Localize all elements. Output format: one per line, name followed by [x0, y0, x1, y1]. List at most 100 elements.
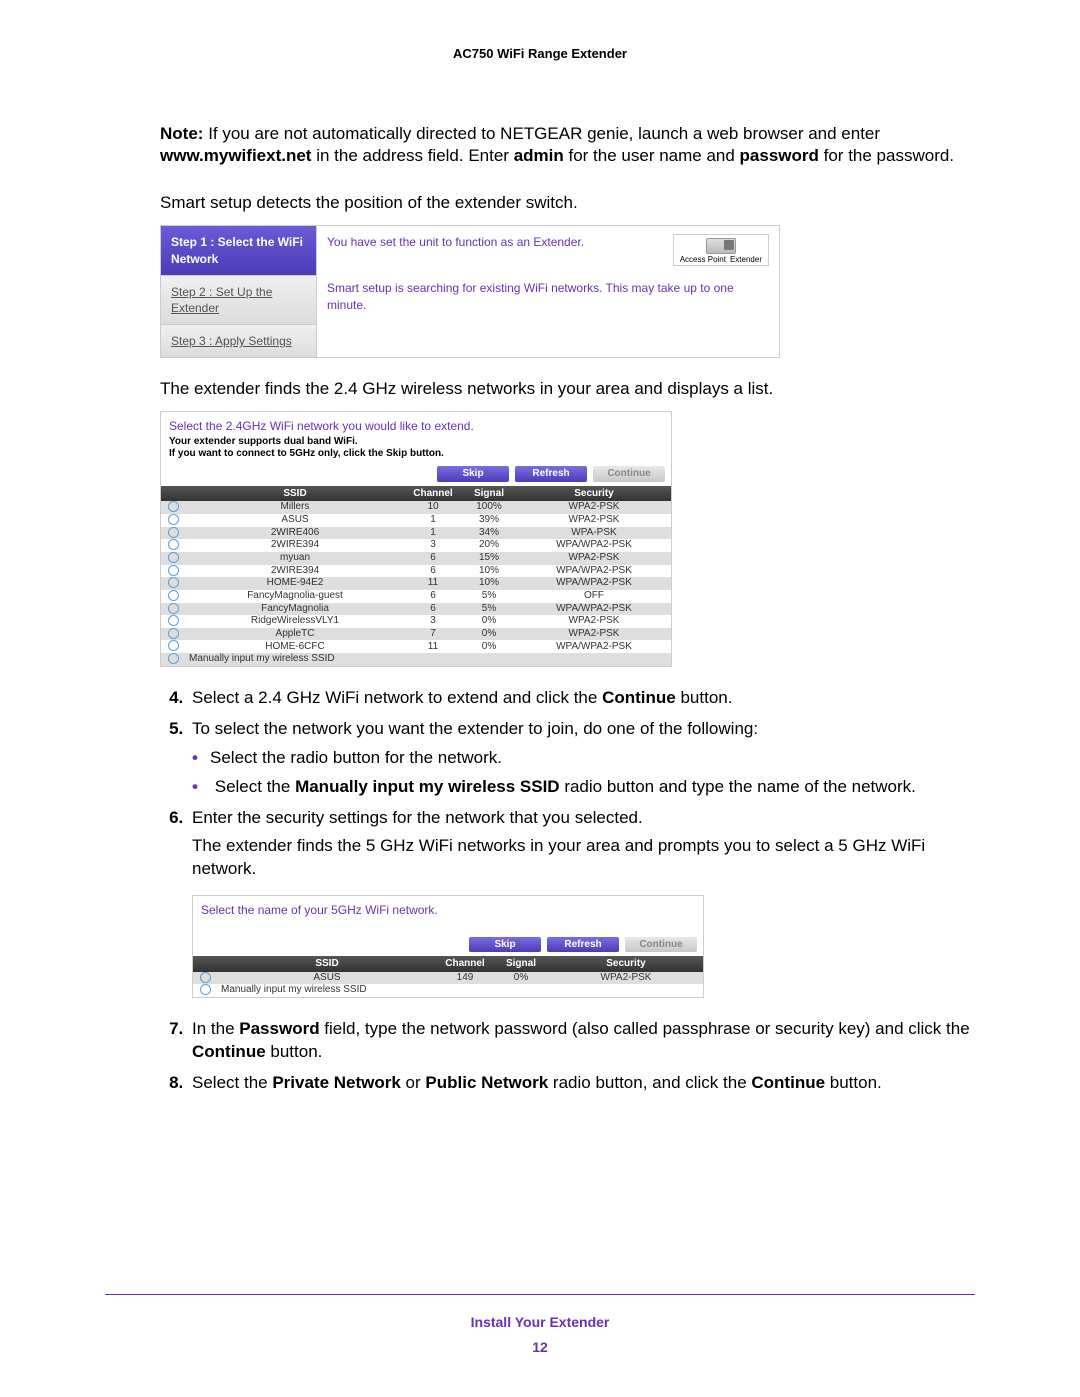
radio-icon[interactable]: [168, 577, 179, 588]
continue-button[interactable]: Continue: [593, 466, 665, 482]
cell-channel: 1: [405, 514, 461, 527]
cell-security: WPA2-PSK: [517, 501, 671, 514]
table-row[interactable]: ASUS1490%WPA2-PSK: [193, 972, 703, 985]
continue-button-5g[interactable]: Continue: [625, 937, 697, 953]
refresh-button-5g[interactable]: Refresh: [547, 937, 619, 953]
table-row[interactable]: FancyMagnolia-guest65%OFF: [161, 590, 671, 603]
cell-channel: 10: [405, 501, 461, 514]
cell-ssid: HOME-94E2: [185, 577, 405, 590]
cell-signal: 10%: [461, 565, 517, 578]
page-footer: Install Your Extender 12: [0, 1294, 1080, 1357]
wizard-message-2: Smart setup is searching for existing Wi…: [327, 280, 769, 312]
note-label: Note:: [160, 124, 203, 143]
table-row[interactable]: HOME-6CFC110%WPA/WPA2-PSK: [161, 640, 671, 653]
wizard-figure: Step 1 : Select the WiFi Network Step 2 …: [160, 225, 780, 358]
skip-button-5g[interactable]: Skip: [469, 937, 541, 953]
radio-icon[interactable]: [168, 628, 179, 639]
mode-switch-icon: Access Point Extender: [673, 234, 769, 266]
cell-signal: 0%: [493, 972, 549, 985]
cell-security: WPA-PSK: [517, 527, 671, 540]
cell-signal: 5%: [461, 603, 517, 616]
skip-button[interactable]: Skip: [437, 466, 509, 482]
cell-security: WPA2-PSK: [517, 552, 671, 565]
cell-ssid: 2WIRE394: [185, 539, 405, 552]
cell-security: WPA/WPA2-PSK: [517, 539, 671, 552]
cell-signal: 0%: [461, 640, 517, 653]
refresh-button[interactable]: Refresh: [515, 466, 587, 482]
table-row[interactable]: 2WIRE394610%WPA/WPA2-PSK: [161, 565, 671, 578]
cell-channel: 11: [405, 640, 461, 653]
cell-channel: 6: [405, 590, 461, 603]
table-row[interactable]: ASUS139%WPA2-PSK: [161, 514, 671, 527]
radio-icon[interactable]: [200, 972, 211, 983]
radio-icon[interactable]: [168, 615, 179, 626]
cell-ssid: Millers: [185, 501, 405, 514]
network-list-5g-figure: Select the name of your 5GHz WiFi networ…: [192, 895, 704, 997]
radio-icon[interactable]: [168, 603, 179, 614]
cell-signal: 0%: [461, 615, 517, 628]
cell-ssid: 2WIRE394: [185, 565, 405, 578]
table-row[interactable]: HOME-94E21110%WPA/WPA2-PSK: [161, 577, 671, 590]
cell-ssid: FancyMagnolia-guest: [185, 590, 405, 603]
intro-text-1: Smart setup detects the position of the …: [160, 192, 975, 215]
cell-security: WPA/WPA2-PSK: [517, 577, 671, 590]
radio-icon[interactable]: [168, 653, 179, 664]
radio-icon[interactable]: [168, 539, 179, 550]
table-row[interactable]: Millers10100%WPA2-PSK: [161, 501, 671, 514]
cell-security: WPA2-PSK: [517, 615, 671, 628]
network-list-2g-figure: Select the 2.4GHz WiFi network you would…: [160, 411, 672, 667]
table-row[interactable]: FancyMagnolia65%WPA/WPA2-PSK: [161, 603, 671, 616]
step-5-bullet-2: Select the Manually input my wireless SS…: [210, 776, 975, 799]
th-channel: Channel: [405, 486, 461, 502]
th-ssid: SSID: [185, 486, 405, 502]
radio-icon[interactable]: [168, 527, 179, 538]
cell-signal: 10%: [461, 577, 517, 590]
cell-security: OFF: [517, 590, 671, 603]
radio-icon[interactable]: [168, 552, 179, 563]
table-row[interactable]: 2WIRE394320%WPA/WPA2-PSK: [161, 539, 671, 552]
cell-ssid: myuan: [185, 552, 405, 565]
radio-icon[interactable]: [168, 640, 179, 651]
cell-channel: 6: [405, 565, 461, 578]
cell-manual-ssid: Manually input my wireless SSID: [217, 984, 437, 997]
cell-channel: 3: [405, 539, 461, 552]
cell-channel: 3: [405, 615, 461, 628]
note-block: Note: If you are not automatically direc…: [160, 123, 975, 169]
table-row[interactable]: AppleTC70%WPA2-PSK: [161, 628, 671, 641]
cell-ssid: FancyMagnolia: [185, 603, 405, 616]
cell-ssid: 2WIRE406: [185, 527, 405, 540]
wizard-steps: Step 1 : Select the WiFi Network Step 2 …: [161, 226, 317, 357]
manual-ssid-row[interactable]: Manually input my wireless SSID: [193, 984, 703, 997]
cell-channel: 6: [405, 603, 461, 616]
cell-security: WPA/WPA2-PSK: [517, 640, 671, 653]
radio-icon[interactable]: [168, 590, 179, 601]
cell-ssid: RidgeWirelessVLY1: [185, 615, 405, 628]
cell-signal: 0%: [461, 628, 517, 641]
th-signal: Signal: [461, 486, 517, 502]
manual-ssid-row[interactable]: Manually input my wireless SSID: [161, 653, 671, 666]
radio-icon[interactable]: [200, 984, 211, 995]
note-text: If you are not automatically directed to…: [160, 124, 954, 166]
table-row[interactable]: 2WIRE406134%WPA-PSK: [161, 527, 671, 540]
wizard-step-2: Step 2 : Set Up the Extender: [161, 276, 316, 325]
step-5: To select the network you want the exten…: [188, 718, 975, 799]
radio-icon[interactable]: [168, 501, 179, 512]
net5g-title: Select the name of your 5GHz WiFi networ…: [193, 896, 703, 920]
radio-icon[interactable]: [168, 514, 179, 525]
cell-ssid: ASUS: [217, 972, 437, 985]
cell-channel: 7: [405, 628, 461, 641]
wizard-step-3: Step 3 : Apply Settings: [161, 325, 316, 357]
cell-channel: 149: [437, 972, 493, 985]
wizard-message-1: You have set the unit to function as an …: [327, 234, 661, 250]
net2g-sub: Your extender supports dual band WiFi. I…: [161, 436, 671, 466]
cell-channel: 11: [405, 577, 461, 590]
radio-icon[interactable]: [168, 565, 179, 576]
intro-text-2: The extender finds the 2.4 GHz wireless …: [160, 378, 975, 401]
step-7: In the Password field, type the network …: [188, 1018, 975, 1064]
table-row[interactable]: RidgeWirelessVLY130%WPA2-PSK: [161, 615, 671, 628]
cell-security: WPA/WPA2-PSK: [517, 603, 671, 616]
cell-ssid: ASUS: [185, 514, 405, 527]
cell-ssid: HOME-6CFC: [185, 640, 405, 653]
cell-signal: 100%: [461, 501, 517, 514]
table-row[interactable]: myuan615%WPA2-PSK: [161, 552, 671, 565]
